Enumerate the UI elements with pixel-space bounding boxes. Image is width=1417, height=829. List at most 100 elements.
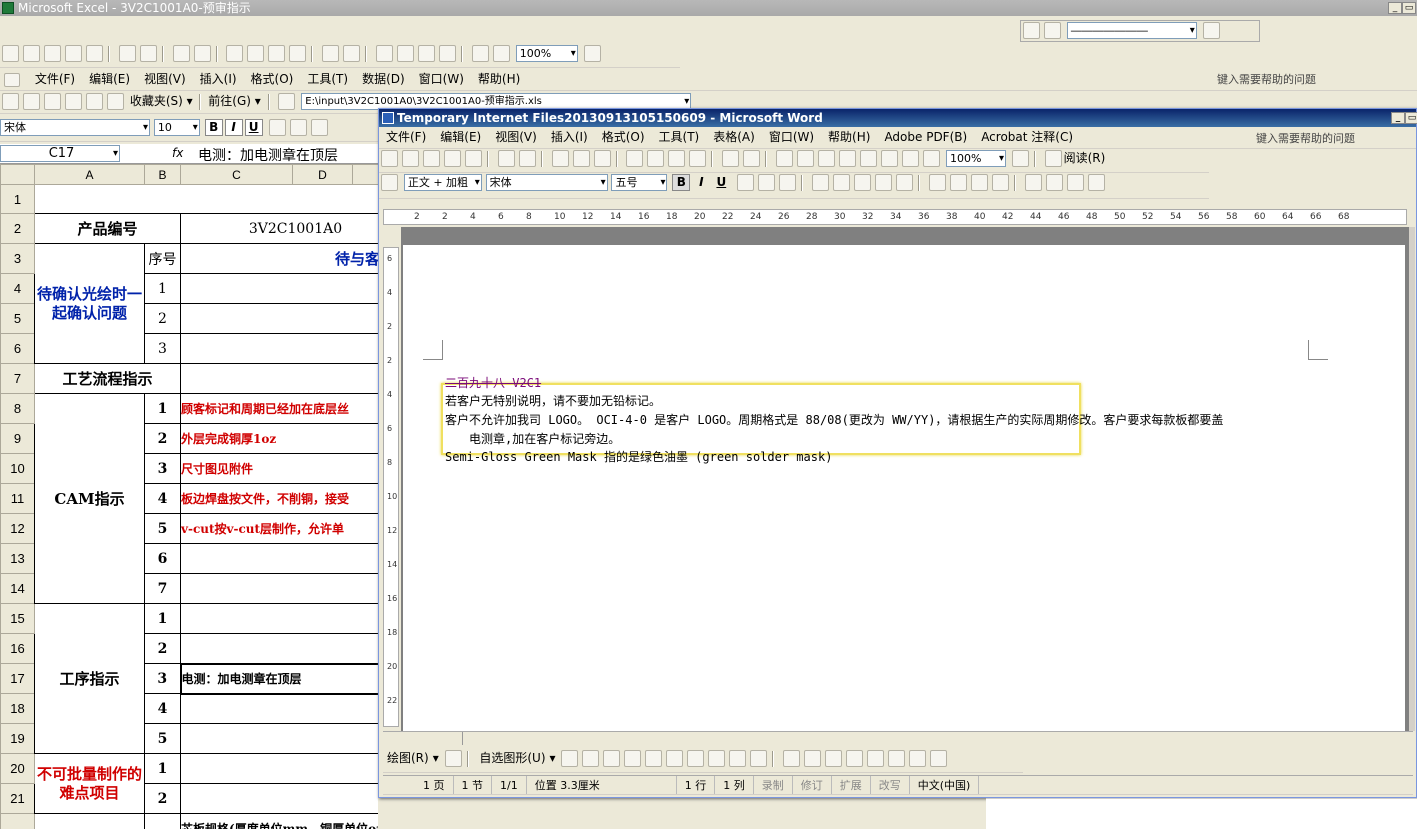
horizontal-ruler[interactable]: 2 2 4 6 8 10 12 14 16 18 20 22 24 26 28 30 32 34 36 38 40 42 4… — [383, 209, 1407, 225]
row-header[interactable]: 3 — [0, 243, 35, 274]
char-border-icon[interactable] — [737, 174, 755, 191]
numbering-icon[interactable] — [928, 174, 946, 191]
doc-line-4[interactable]: 电测章,加在客户标记旁边。 — [469, 430, 620, 447]
permission-icon[interactable] — [65, 45, 82, 62]
fill-color-icon[interactable] — [783, 750, 801, 767]
arrow-style-icon[interactable] — [888, 750, 906, 767]
word-italic-button[interactable]: I — [692, 174, 711, 191]
line-style-select[interactable]: ――――――― — [1066, 22, 1197, 39]
save-icon[interactable] — [44, 45, 61, 62]
cell-seq[interactable]: 2 — [144, 783, 181, 814]
excel-grid-remnant[interactable] — [986, 798, 1417, 829]
cell-seq[interactable]: 3 — [144, 663, 181, 694]
word-menu-help[interactable]: 帮助(H) — [821, 127, 877, 147]
search-icon[interactable] — [107, 93, 124, 110]
tables-borders-icon[interactable] — [797, 150, 815, 167]
view-buttons[interactable] — [383, 732, 463, 745]
help-icon[interactable] — [583, 45, 601, 62]
line-style-icon[interactable] — [846, 750, 864, 767]
excel-menu-view[interactable]: 视图(V) — [137, 69, 193, 89]
line-icon[interactable] — [561, 750, 579, 767]
vertical-ruler[interactable]: 6 4 2 2 4 6 8 10 12 14 16 18 20 22 — [383, 247, 399, 727]
word-menu-file[interactable]: 文件(F) — [379, 127, 433, 147]
excel-menu-data[interactable]: 数据(D) — [355, 69, 412, 89]
bullets-icon[interactable] — [949, 174, 967, 191]
cell-seq[interactable]: 2 — [144, 633, 181, 664]
fx-icon[interactable]: fx — [172, 146, 183, 160]
cell-confirm-label[interactable]: 待确认光绘时一起确认问题 — [34, 243, 145, 364]
row-header[interactable]: 11 — [0, 483, 35, 514]
corner-cell[interactable] — [0, 164, 35, 185]
cell-cam-3[interactable]: 尺寸图见附件 — [180, 453, 378, 484]
cell-cam-6[interactable]: 所 — [180, 543, 378, 574]
document-area[interactable]: 二百九十八 V2C1 若客户无特别说明，请不要加无铅标记。 客户不允许加我司 L… — [401, 227, 1409, 731]
research-icon[interactable] — [193, 45, 211, 62]
char-scale-icon[interactable] — [779, 174, 797, 191]
excel-menu-file[interactable]: 文件(F) — [28, 69, 82, 89]
col-header-c[interactable]: C — [180, 164, 293, 185]
cell-difficult-label[interactable]: 不可批量制作的难点项目 — [34, 753, 145, 814]
status-rec[interactable]: 录制 — [754, 776, 793, 794]
word-menu-edit[interactable]: 编辑(E) — [433, 127, 488, 147]
word-bold-button[interactable]: B — [672, 174, 691, 191]
row-header[interactable]: 10 — [0, 453, 35, 484]
eraser-icon[interactable] — [1044, 22, 1061, 39]
rectangle-icon[interactable] — [603, 750, 621, 767]
row-header[interactable]: 8 — [0, 393, 35, 424]
sort-asc-icon[interactable] — [418, 45, 436, 62]
insert-table-icon[interactable] — [818, 150, 836, 167]
restore-icon[interactable]: ▭ — [1402, 2, 1416, 14]
paste-icon[interactable] — [668, 150, 686, 167]
oval-icon[interactable] — [624, 750, 642, 767]
font-color-icon[interactable] — [825, 750, 843, 767]
font-color-icon[interactable] — [1045, 174, 1063, 191]
cell-product-code[interactable]: 3V2C1001A0 — [180, 213, 378, 244]
word-minimize-icon[interactable]: _ — [1391, 112, 1405, 124]
chart-icon[interactable] — [471, 45, 489, 62]
shadow-icon[interactable] — [909, 750, 927, 767]
excel-zoom-select[interactable]: 100% — [515, 45, 578, 62]
doc-line-2[interactable]: 若客户无特别说明，请不要加无铅标记。 — [445, 392, 661, 409]
clipart-icon[interactable] — [729, 750, 747, 767]
paste-icon[interactable] — [268, 45, 286, 62]
row-header[interactable]: 6 — [0, 333, 35, 364]
align-justify-icon[interactable] — [811, 174, 829, 191]
hyperlink-icon[interactable] — [376, 45, 394, 62]
doc-map-icon[interactable] — [902, 150, 920, 167]
word-menu-tools[interactable]: 工具(T) — [652, 127, 707, 147]
show-hide-icon[interactable] — [923, 150, 941, 167]
cell-seq[interactable]: 3 — [144, 453, 181, 484]
excel-menu-insert[interactable]: 插入(I) — [193, 69, 244, 89]
formula-input[interactable]: 电测：加电测章在顶层 — [198, 145, 338, 165]
line-color-icon[interactable] — [804, 750, 822, 767]
draw-menu[interactable]: 绘图(R) — [383, 751, 433, 765]
excel-menu-help[interactable]: 帮助(H) — [471, 69, 527, 89]
align-left-icon[interactable] — [269, 119, 287, 136]
col-header-b[interactable]: B — [144, 164, 181, 185]
cell-cam-label[interactable]: CAM指示 — [34, 393, 145, 604]
col-header-a[interactable]: A — [34, 164, 145, 185]
increase-indent-icon[interactable] — [991, 174, 1009, 191]
row-header[interactable]: 19 — [0, 723, 35, 754]
cell-seq[interactable]: 4 — [144, 483, 181, 514]
cell-seq[interactable]: 3 — [144, 333, 181, 364]
row-header[interactable]: 15 — [0, 603, 35, 634]
insert-excel-icon[interactable] — [839, 150, 857, 167]
excel-menu-window[interactable]: 窗口(W) — [412, 69, 471, 89]
row-header[interactable] — [0, 813, 35, 829]
diagram-icon[interactable] — [708, 750, 726, 767]
cell-seq[interactable]: 6 — [144, 543, 181, 574]
spreadsheet-area[interactable]: ABCD 1 2产品编号3V2C1001A0预 3待确认光绘时一起确认问题序号待… — [0, 164, 378, 829]
row-header[interactable]: 1 — [0, 184, 35, 214]
read-icon[interactable] — [1044, 150, 1062, 167]
wordart-icon[interactable] — [687, 750, 705, 767]
styles-icon[interactable] — [381, 174, 398, 191]
distributed-icon[interactable] — [874, 174, 892, 191]
cell-cam-1[interactable]: 顾客标记和周期已经加在底层丝 — [180, 393, 378, 424]
style-select[interactable]: 正文 + 加粗 — [403, 174, 482, 191]
show-only-web-icon[interactable] — [278, 93, 296, 110]
cut-icon[interactable] — [226, 45, 244, 62]
cell-c17-selected[interactable]: 电测：加电测章在顶层 — [179, 662, 378, 695]
excel-menu-edit[interactable]: 编辑(E) — [82, 69, 137, 89]
italic-button[interactable]: I — [224, 119, 243, 136]
